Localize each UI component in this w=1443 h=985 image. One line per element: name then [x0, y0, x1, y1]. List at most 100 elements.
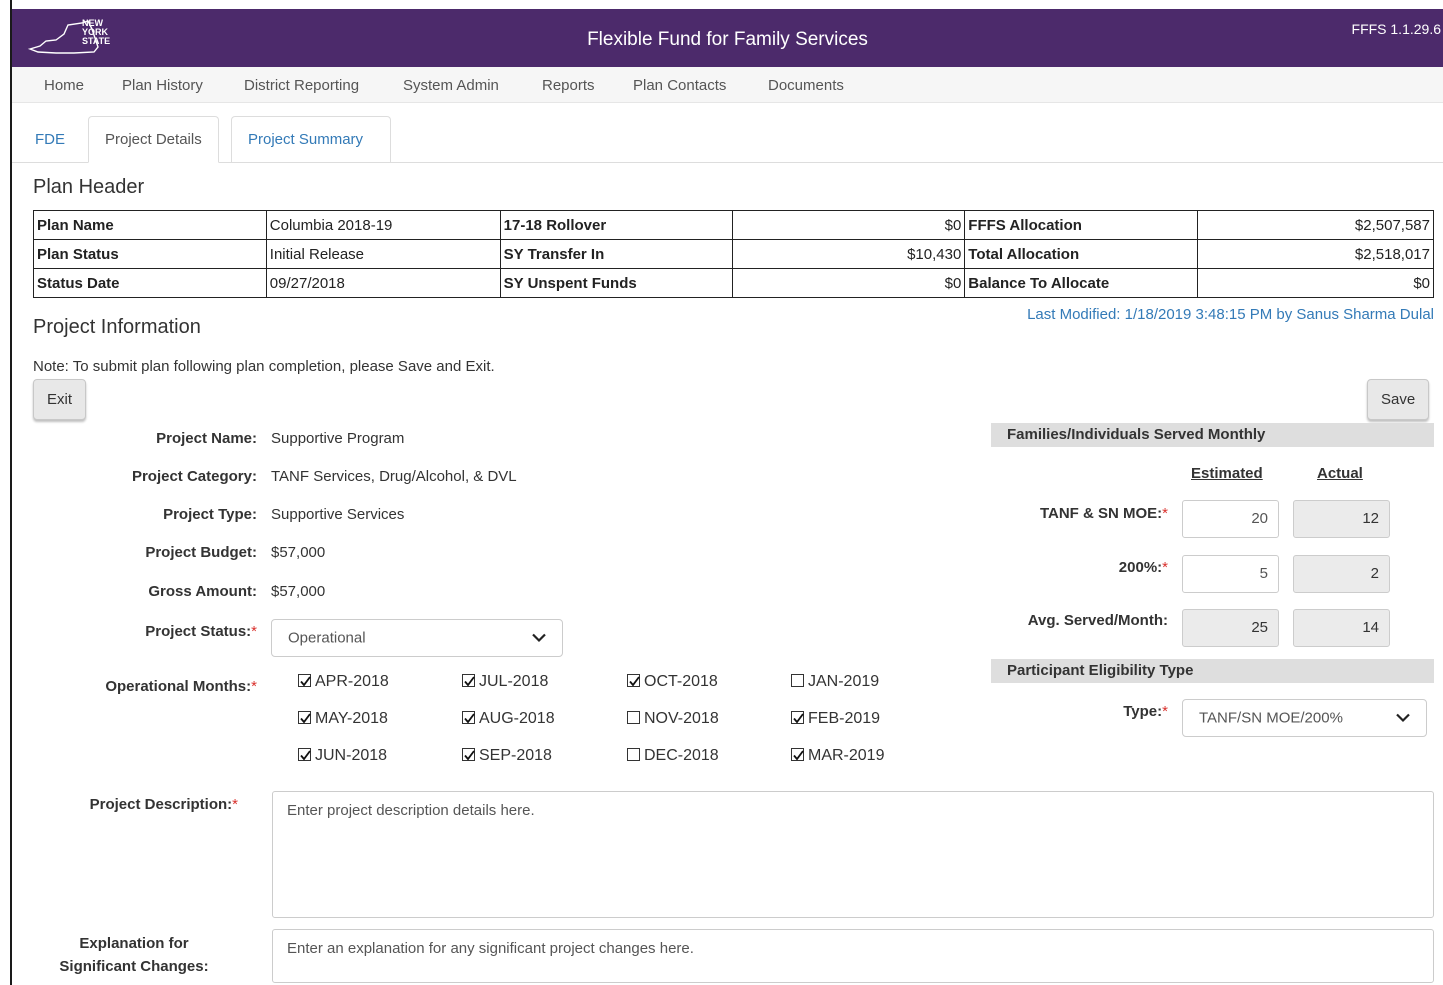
nav-reports[interactable]: Reports	[542, 77, 595, 94]
sy-unspent-label: SY Unspent Funds	[499, 268, 733, 298]
month-checkbox-item[interactable]: NOV-2018	[627, 710, 719, 728]
gross-amount-value: $57,000	[271, 583, 326, 600]
nav-documents[interactable]: Documents	[768, 77, 844, 94]
nav-plan-contacts[interactable]: Plan Contacts	[633, 77, 726, 94]
month-checkbox-item[interactable]: APR-2018	[298, 673, 389, 691]
required-marker: *	[1162, 703, 1168, 720]
submit-note: Note: To submit plan following plan comp…	[33, 358, 495, 375]
nav-system-admin[interactable]: System Admin	[403, 77, 499, 94]
checkbox-checked-icon[interactable]	[462, 748, 475, 761]
total-allocation-label: Total Allocation	[964, 239, 1199, 269]
project-name-value: Supportive Program	[271, 430, 405, 447]
checkbox-checked-icon[interactable]	[791, 748, 804, 761]
operational-months-label: Operational Months:*	[60, 678, 257, 695]
nav-district-reporting[interactable]: District Reporting	[244, 77, 359, 94]
checkbox-unchecked-icon[interactable]	[627, 748, 640, 761]
plan-name-value: Columbia 2018-19	[265, 210, 501, 240]
month-label: AUG-2018	[479, 710, 555, 727]
checkbox-checked-icon[interactable]	[298, 674, 311, 687]
checkbox-checked-icon[interactable]	[627, 674, 640, 687]
project-type-value: Supportive Services	[271, 506, 405, 523]
app-version: FFFS 1.1.29.6	[1351, 21, 1441, 37]
avg-served-estimated-value: 25	[1182, 609, 1279, 647]
tanf-sn-moe-estimated-input[interactable]: 20	[1182, 500, 1279, 538]
month-checkbox-item[interactable]: DEC-2018	[627, 747, 719, 765]
eligibility-type-select[interactable]: TANF/SN MOE/200%	[1182, 699, 1427, 737]
tab-project-summary[interactable]: Project Summary	[231, 116, 391, 163]
month-label: JUN-2018	[315, 747, 388, 764]
month-label: APR-2018	[315, 673, 389, 690]
checkbox-checked-icon[interactable]	[462, 711, 475, 724]
project-category-value: TANF Services, Drug/Alcohol, & DVL	[271, 468, 517, 485]
project-description-textarea[interactable]: Enter project description details here.	[272, 791, 1434, 918]
main-nav: Home Plan History District Reporting Sys…	[12, 67, 1443, 103]
nav-home[interactable]: Home	[44, 77, 84, 94]
status-date-value: 09/27/2018	[265, 268, 501, 298]
tab-project-details[interactable]: Project Details	[88, 116, 219, 163]
rollover-value: $0	[731, 210, 966, 240]
total-allocation-value: $2,518,017	[1197, 239, 1434, 269]
rollover-label: 17-18 Rollover	[499, 210, 733, 240]
checkbox-checked-icon[interactable]	[298, 748, 311, 761]
required-marker: *	[232, 796, 238, 813]
plan-status-label: Plan Status	[33, 239, 267, 269]
plan-header-table: Plan Name Columbia 2018-19 17-18 Rollove…	[33, 210, 1434, 298]
status-date-label: Status Date	[33, 268, 267, 298]
project-type-label: Project Type:	[163, 506, 257, 523]
explanation-label-line-2: Significant Changes:	[59, 958, 209, 975]
two-hundred-pct-label: 200%:*	[970, 559, 1168, 576]
nav-plan-history[interactable]: Plan History	[122, 77, 203, 94]
month-label: NOV-2018	[644, 710, 719, 727]
project-status-selected: Operational	[288, 629, 366, 647]
month-checkbox-item[interactable]: JAN-2019	[791, 673, 879, 691]
actual-column-header: Actual	[1317, 465, 1363, 482]
explanation-textarea[interactable]: Enter an explanation for any significant…	[272, 929, 1434, 983]
plan-name-label: Plan Name	[33, 210, 267, 240]
month-checkbox-item[interactable]: JUN-2018	[298, 747, 387, 765]
month-checkbox-item[interactable]: FEB-2019	[791, 710, 880, 728]
chevron-down-icon	[532, 630, 546, 647]
explanation-label-line-1: Explanation for	[79, 935, 189, 952]
fffs-allocation-label: FFFS Allocation	[964, 210, 1199, 240]
chevron-down-icon	[1396, 710, 1410, 727]
checkbox-unchecked-icon[interactable]	[791, 674, 804, 687]
two-hundred-pct-estimated-input[interactable]: 5	[1182, 555, 1279, 593]
month-label: OCT-2018	[644, 673, 718, 690]
project-status-select[interactable]: Operational	[271, 619, 563, 657]
exit-button[interactable]: Exit	[33, 379, 87, 420]
app-header: NEW YORK STATE Flexible Fund for Family …	[12, 9, 1443, 67]
checkbox-checked-icon[interactable]	[298, 711, 311, 724]
tanf-sn-moe-label-text: TANF & SN MOE:	[1039, 505, 1163, 522]
month-label: MAY-2018	[315, 710, 388, 727]
checkbox-checked-icon[interactable]	[462, 674, 475, 687]
month-label: DEC-2018	[644, 747, 719, 764]
month-checkbox-item[interactable]: SEP-2018	[462, 747, 552, 765]
project-status-label-text: Project Status:	[145, 623, 252, 640]
page-left-border	[10, 0, 12, 985]
month-label: FEB-2019	[808, 710, 881, 727]
month-checkbox-item[interactable]: MAY-2018	[298, 710, 388, 728]
served-monthly-header: Families/Individuals Served Monthly	[991, 423, 1434, 447]
month-checkbox-item[interactable]: AUG-2018	[462, 710, 555, 728]
month-checkbox-item[interactable]: OCT-2018	[627, 673, 718, 691]
plan-status-value: Initial Release	[265, 239, 501, 269]
sy-transfer-in-value: $10,430	[731, 239, 966, 269]
checkbox-unchecked-icon[interactable]	[627, 711, 640, 724]
month-checkbox-item[interactable]: JUL-2018	[462, 673, 548, 691]
save-button[interactable]: Save	[1367, 379, 1430, 420]
last-modified: Last Modified: 1/18/2019 3:48:15 PM by S…	[1027, 306, 1434, 323]
operational-months-label-text: Operational Months:	[105, 678, 252, 695]
checkbox-checked-icon[interactable]	[791, 711, 804, 724]
tab-fde[interactable]: FDE	[18, 116, 82, 163]
avg-served-actual-value: 14	[1293, 609, 1390, 647]
project-budget-label: Project Budget:	[145, 544, 257, 561]
table-row: Status Date 09/27/2018 SY Unspent Funds …	[33, 268, 1434, 298]
month-label: JAN-2019	[808, 673, 880, 690]
required-marker: *	[251, 678, 257, 695]
month-label: SEP-2018	[479, 747, 552, 764]
project-description-label: Project Description:*	[30, 796, 238, 813]
tanf-sn-moe-actual-value: 12	[1293, 500, 1390, 538]
tabs-baseline	[12, 162, 1443, 163]
eligibility-type-selected: TANF/SN MOE/200%	[1199, 709, 1343, 727]
month-checkbox-item[interactable]: MAR-2019	[791, 747, 884, 765]
